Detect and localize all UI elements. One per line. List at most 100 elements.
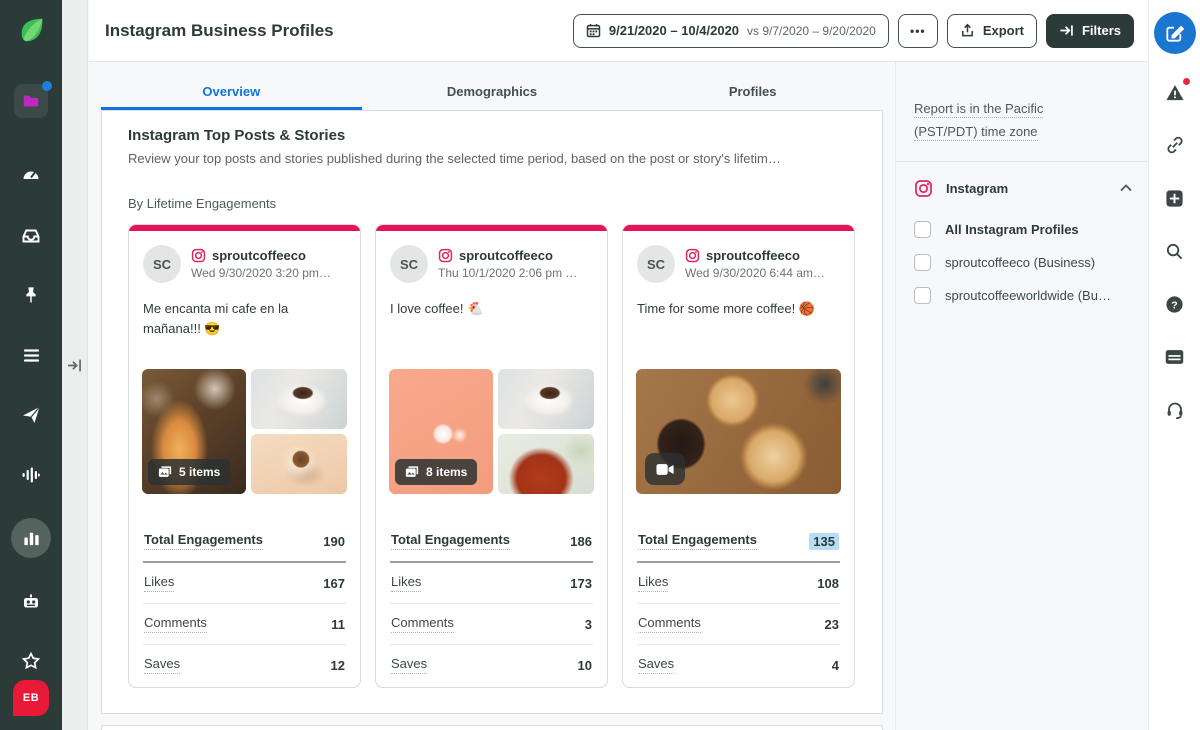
link-shortener-button[interactable]: [1163, 133, 1187, 157]
bar-chart-icon: [22, 529, 41, 548]
chevron-up-icon[interactable]: [1120, 184, 1132, 192]
stat-value: 12: [331, 658, 345, 673]
sidebar-item-publishing[interactable]: [14, 278, 48, 312]
whats-new-button[interactable]: [1163, 345, 1187, 369]
date-range-button[interactable]: 9/21/2020 – 10/4/2020 vs 9/7/2020 – 9/20…: [573, 14, 889, 48]
quick-add-button[interactable]: [1163, 186, 1187, 210]
post-timestamp[interactable]: Wed 9/30/2020 3:20 pm…: [191, 266, 331, 280]
sidebar-item-campaigns[interactable]: [14, 398, 48, 432]
top-posts-card: Instagram Top Posts & Stories Review you…: [101, 110, 883, 714]
post-media[interactable]: 8 items: [389, 369, 594, 494]
stat-label[interactable]: Likes: [638, 574, 668, 592]
stat-row: Saves 12: [143, 645, 346, 685]
post-media-image[interactable]: [498, 369, 594, 429]
checkbox[interactable]: [914, 287, 931, 304]
profile-option-all[interactable]: All Instagram Profiles: [914, 213, 1134, 246]
question-icon: ?: [1165, 295, 1184, 314]
timezone-note[interactable]: Report is in the Pacific (PST/PDT) time …: [914, 98, 1134, 144]
post-media[interactable]: [636, 369, 841, 494]
stat-value: 108: [817, 576, 839, 591]
warning-icon: [1165, 83, 1185, 102]
post-media[interactable]: 5 items: [142, 369, 347, 494]
profile-option-sproutcoffeeworldwide[interactable]: sproutcoffeeworldwide (Bu…: [914, 279, 1134, 312]
media-count-label: 5 items: [179, 465, 220, 479]
stat-label[interactable]: Comments: [638, 615, 701, 633]
sidebar-item-inbox[interactable]: [14, 218, 48, 252]
stat-label[interactable]: Saves: [391, 656, 427, 674]
post-list: SC sproutcoffeeco W: [128, 224, 856, 688]
avatar: SC: [390, 245, 428, 283]
sidebar-item-influencers[interactable]: [14, 644, 48, 678]
search-button[interactable]: [1163, 239, 1187, 263]
paper-plane-icon: [21, 405, 41, 425]
media-count-label: 8 items: [426, 465, 467, 479]
stat-label[interactable]: Total Engagements: [391, 532, 510, 550]
left-sidebar: EB: [0, 0, 62, 730]
sidebar-item-tasks[interactable]: [14, 338, 48, 372]
video-badge: [645, 453, 685, 485]
sidebar-item-assets[interactable]: [14, 84, 48, 118]
main-area: Instagram Business Profiles 9/21/2020 – …: [89, 0, 1148, 730]
expand-sidebar-icon[interactable]: [67, 358, 82, 378]
instagram-icon: [914, 179, 933, 198]
stat-row: Comments 3: [390, 604, 593, 645]
sidebar-item-dashboard[interactable]: [14, 158, 48, 192]
post-username: sproutcoffeeco: [212, 248, 306, 263]
more-options-button[interactable]: •••: [898, 14, 938, 48]
post-media-image[interactable]: [498, 434, 594, 494]
stat-value: 167: [323, 576, 345, 591]
post-timestamp[interactable]: Wed 9/30/2020 6:44 am…: [685, 266, 825, 280]
sidebar-gutter: [62, 0, 88, 730]
section-title: Instagram Top Posts & Stories: [128, 127, 856, 144]
user-avatar[interactable]: EB: [13, 680, 49, 716]
stat-label[interactable]: Saves: [638, 656, 674, 674]
alert-dot: [1182, 77, 1191, 86]
stat-value: 190: [323, 534, 345, 549]
avatar: SC: [637, 245, 675, 283]
timezone-line2: (PST/PDT) time zone: [914, 124, 1038, 141]
compose-button[interactable]: [1154, 12, 1196, 54]
instagram-icon: [685, 248, 700, 263]
stat-value: 186: [570, 534, 592, 549]
post-card[interactable]: SC sproutcoffeeco W: [128, 224, 361, 688]
stat-row: Likes 108: [637, 563, 840, 604]
checkbox[interactable]: [914, 221, 931, 238]
tab-overview[interactable]: Overview: [101, 71, 362, 110]
post-header: SC sproutcoffeeco W: [129, 231, 360, 289]
post-media-image[interactable]: [251, 434, 347, 494]
alerts-button[interactable]: [1163, 80, 1187, 104]
sidebar-item-reports[interactable]: [11, 518, 51, 558]
checkbox[interactable]: [914, 254, 931, 271]
stat-label[interactable]: Comments: [144, 615, 207, 633]
stat-value: 4: [832, 658, 839, 673]
stat-label[interactable]: Comments: [391, 615, 454, 633]
post-card[interactable]: SC sproutcoffeeco W: [622, 224, 855, 688]
stat-label[interactable]: Likes: [391, 574, 421, 592]
stat-label[interactable]: Total Engagements: [144, 532, 263, 550]
page-title: Instagram Business Profiles: [105, 21, 334, 41]
support-button[interactable]: [1163, 398, 1187, 422]
sprout-logo[interactable]: [16, 15, 46, 50]
stat-label[interactable]: Saves: [144, 656, 180, 674]
filters-button[interactable]: Filters: [1046, 14, 1134, 48]
post-username: sproutcoffeeco: [459, 248, 553, 263]
tab-demographics[interactable]: Demographics: [362, 71, 623, 110]
help-button[interactable]: ?: [1163, 292, 1187, 316]
post-text: I love coffee! 🐔: [376, 289, 607, 361]
sidebar-item-listening[interactable]: [14, 458, 48, 492]
instagram-filter-header[interactable]: Instagram: [914, 162, 1134, 213]
sidebar-item-automation[interactable]: [14, 584, 48, 618]
profile-option-sproutcoffeeco[interactable]: sproutcoffeeco (Business): [914, 246, 1134, 279]
date-compare-label: vs 9/7/2020 – 9/20/2020: [747, 24, 876, 38]
stat-label[interactable]: Likes: [144, 574, 174, 592]
star-icon: [21, 651, 41, 671]
post-media-image[interactable]: [251, 369, 347, 429]
calendar-icon: [586, 23, 601, 38]
headset-icon: [1165, 400, 1185, 420]
export-button[interactable]: Export: [947, 14, 1037, 48]
tab-profiles[interactable]: Profiles: [622, 71, 883, 110]
post-timestamp[interactable]: Thu 10/1/2020 2:06 pm …: [438, 266, 577, 280]
media-count-badge: 8 items: [395, 459, 477, 485]
stat-label[interactable]: Total Engagements: [638, 532, 757, 550]
post-card[interactable]: SC sproutcoffeeco T: [375, 224, 608, 688]
